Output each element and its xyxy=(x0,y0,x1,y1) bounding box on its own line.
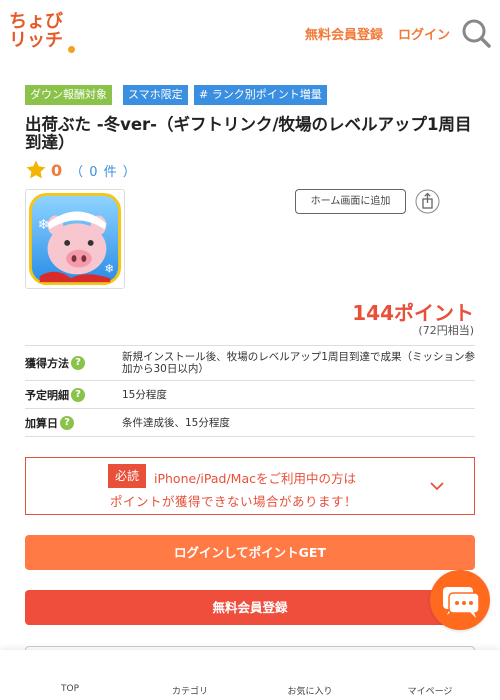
share-icon[interactable] xyxy=(415,189,440,214)
nav-label: マイページ xyxy=(407,687,453,697)
help-icon[interactable]: ? xyxy=(71,387,85,402)
detail-value: 新規インストール後、牧場のレベルアップ1周目到達で成果（ミッション参加から30日… xyxy=(122,351,475,375)
detail-label: 獲得方法 ? xyxy=(25,355,122,371)
detail-row-credit-date: 加算日 ? 条件達成後、15分程度 xyxy=(25,409,475,437)
detail-label-text: 獲得方法 xyxy=(25,357,69,370)
help-icon[interactable]: ? xyxy=(71,356,85,370)
header: ちょび リッチ 無料会員登録 ログイン xyxy=(0,0,500,66)
detail-label-text: 予定明細 xyxy=(25,388,69,402)
tag-smartphone-only: スマホ限定 xyxy=(123,85,188,105)
svg-text:❄: ❄ xyxy=(38,217,50,233)
nav-top[interactable]: TOP xyxy=(10,650,130,700)
nav-category[interactable]: カテゴリ xyxy=(130,650,250,700)
nav-label: TOP xyxy=(60,684,79,694)
reward-yen: (72円相当) xyxy=(418,324,474,337)
rating-count[interactable]: （ 0 件 ） xyxy=(70,161,137,180)
detail-table: 獲得方法 ? 新規インストール後、牧場のレベルアップ1周目到達で成果（ミッション… xyxy=(25,345,475,437)
detail-value: 15分程度 xyxy=(122,388,167,401)
site-logo[interactable]: ちょび リッチ xyxy=(9,11,75,54)
nav-favorites[interactable]: お気に入り xyxy=(250,650,370,700)
rating: 0 （ 0 件 ） xyxy=(25,159,137,181)
detail-label-text: 加算日 xyxy=(25,416,58,430)
add-to-home-button[interactable]: ホーム画面に追加 xyxy=(295,189,406,214)
search-icon[interactable] xyxy=(461,18,491,48)
logo-line2: リッチ xyxy=(9,30,63,51)
notice-accordion[interactable]: 必読 iPhone/iPad/Macをご利用中の方は ポイントが獲得できない場合… xyxy=(25,457,475,515)
notice-line1: iPhone/iPad/Macをご利用中の方は xyxy=(154,471,356,486)
nav-mypage[interactable]: マイページ xyxy=(370,650,490,700)
logo-dot xyxy=(68,46,75,53)
offer-title: 出荷ぶた -冬ver-（ギフトリンク/牧場のレベルアップ1周目到達） xyxy=(25,115,472,152)
chat-icon xyxy=(443,587,480,618)
detail-row-method: 獲得方法 ? 新規インストール後、牧場のレベルアップ1周目到達で成果（ミッション… xyxy=(25,346,475,381)
bottom-nav: TOP カテゴリ お気に入り マイページ xyxy=(0,650,500,700)
detail-label: 予定明細 ? xyxy=(25,387,122,403)
tag-rank-bonus[interactable]: # ランク別ポイント増量 xyxy=(194,85,327,105)
rating-score: 0 xyxy=(51,160,63,180)
help-icon[interactable]: ? xyxy=(60,415,74,430)
must-read-badge: 必読 xyxy=(108,464,146,488)
free-register-button[interactable]: 無料会員登録 xyxy=(25,590,475,625)
star-icon xyxy=(26,160,46,179)
logo-line1: ちょび xyxy=(9,11,63,32)
nav-label: カテゴリ xyxy=(171,687,208,697)
chevron-down-icon xyxy=(430,482,444,491)
app-icon: ❄ ❄ xyxy=(25,189,125,289)
chat-button[interactable] xyxy=(430,570,490,630)
detail-value: 条件達成後、15分程度 xyxy=(122,416,230,429)
detail-label: 加算日 ? xyxy=(25,415,122,431)
notice-line2: ポイントが獲得できない場合があります！ xyxy=(110,494,358,509)
tag-down-reward: ダウン報酬対象 xyxy=(25,85,112,105)
register-link[interactable]: 無料会員登録 xyxy=(305,24,383,43)
detail-row-schedule: 予定明細 ? 15分程度 xyxy=(25,381,475,409)
nav-label: お気に入り xyxy=(287,687,333,697)
login-link[interactable]: ログイン xyxy=(398,24,450,43)
login-get-points-button[interactable]: ログインしてポイントGET xyxy=(25,535,475,570)
svg-text:❄: ❄ xyxy=(104,261,114,275)
